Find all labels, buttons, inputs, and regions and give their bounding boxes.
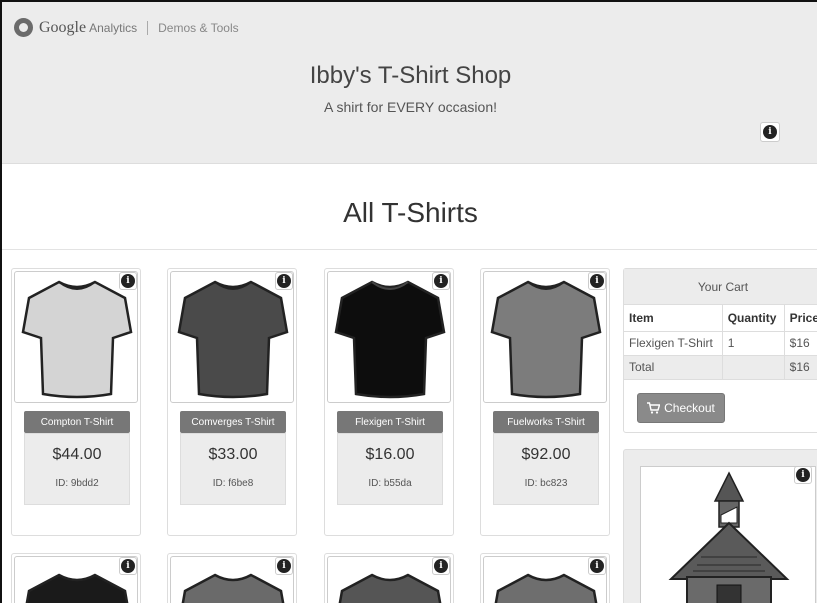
cart-table: Item Quantity Price Flexigen T-Shirt 1 $… [624, 305, 817, 380]
cart-total-label: Total [624, 355, 723, 380]
cart-header-row: Item Quantity Price [624, 305, 817, 332]
cart-col-quantity: Quantity [721, 305, 785, 332]
product-info-button[interactable]: i [432, 557, 450, 575]
info-icon: i [277, 559, 291, 573]
tshirt-icon [25, 573, 129, 603]
product-id: ID: b55da [368, 478, 412, 489]
info-icon: i [590, 559, 604, 573]
info-icon: i [277, 274, 291, 288]
ga-logo[interactable]: Google Analytics Demos & Tools [14, 18, 239, 37]
promo-image[interactable] [640, 466, 816, 603]
brand-separator [147, 20, 149, 35]
cart-total-row: Total $16 [624, 355, 817, 380]
product-price: $33.00 [208, 446, 258, 463]
header-info-button[interactable]: i [760, 122, 780, 142]
cart-panel: Your Cart Item Quantity Price Flexigen T… [623, 268, 817, 433]
info-icon: i [763, 125, 777, 139]
cart-title: Your Cart [624, 269, 817, 305]
product-price: $44.00 [52, 446, 102, 463]
info-icon: i [796, 468, 810, 482]
product-price-box: $33.00 ID: f6be8 [180, 433, 286, 505]
checkout-button[interactable]: Checkout [637, 393, 725, 423]
product-info-button[interactable]: i [119, 272, 137, 290]
site-header: Google Analytics Demos & Tools Ibby's T-… [2, 2, 817, 164]
shop-title: Ibby's T-Shirt Shop [309, 62, 512, 89]
promo-info-button[interactable]: i [794, 466, 812, 484]
product-info-button[interactable]: i [275, 272, 293, 290]
cart-col-price: Price [783, 305, 817, 332]
product-card[interactable]: i Comverges T-Shirt $33.00 ID: f6be8 [167, 268, 297, 536]
product-id: ID: 9bdd2 [55, 478, 99, 489]
product-id: ID: bc823 [524, 478, 568, 489]
checkout-label: Checkout [664, 401, 715, 415]
section-title: All T-Shirts [343, 197, 478, 228]
brand-analytics: Analytics [89, 20, 138, 35]
product-price: $92.00 [521, 446, 571, 463]
section-divider [2, 249, 817, 250]
tshirt-icon [177, 280, 289, 399]
cart-row-item: Flexigen T-Shirt [624, 331, 723, 356]
product-name-button[interactable]: Compton T-Shirt [24, 411, 130, 433]
product-price-box: $16.00 ID: b55da [337, 433, 443, 505]
info-icon: i [434, 559, 448, 573]
product-card[interactable]: i [167, 553, 297, 603]
product-name-button[interactable]: Flexigen T-Shirt [337, 411, 443, 433]
product-card[interactable]: i [480, 553, 610, 603]
product-card[interactable]: i Compton T-Shirt $44.00 ID: 9bdd2 [11, 268, 141, 536]
product-image[interactable] [327, 271, 451, 403]
product-info-button[interactable]: i [588, 272, 606, 290]
product-price-box: $92.00 ID: bc823 [493, 433, 599, 505]
cart-icon [647, 402, 661, 414]
product-card[interactable]: i [11, 553, 141, 603]
tshirt-icon [21, 280, 133, 399]
product-price-box: $44.00 ID: 9bdd2 [24, 433, 130, 505]
info-icon: i [121, 559, 135, 573]
tshirt-icon [338, 573, 442, 603]
product-info-button[interactable]: i [119, 557, 137, 575]
product-card[interactable]: i [324, 553, 454, 603]
product-card[interactable]: i Flexigen T-Shirt $16.00 ID: b55da [324, 268, 454, 536]
info-icon: i [121, 274, 135, 288]
cart-row: Flexigen T-Shirt 1 $16 [624, 331, 817, 356]
brand-google: Google [39, 18, 87, 36]
brand-demos-tools[interactable]: Demos & Tools [158, 21, 238, 35]
product-image[interactable] [14, 271, 138, 403]
schoolhouse-icon [668, 471, 790, 603]
product-name-button[interactable]: Fuelworks T-Shirt [493, 411, 599, 433]
tshirt-icon [181, 573, 285, 603]
cart-row-qty: 1 [721, 331, 785, 356]
product-info-button[interactable]: i [432, 272, 450, 290]
google-analytics-logo-icon [14, 18, 33, 37]
shop-tagline: A shirt for EVERY occasion! [323, 99, 497, 115]
cart-row-price: $16 [783, 331, 817, 356]
cart-total-empty [721, 355, 785, 380]
product-info-button[interactable]: i [275, 557, 293, 575]
product-price: $16.00 [365, 446, 415, 463]
tshirt-icon [490, 280, 602, 399]
cart-total-value: $16 [783, 355, 817, 380]
cart-col-item: Item [624, 305, 723, 332]
product-image[interactable] [170, 271, 294, 403]
app-frame: Google Analytics Demos & Tools Ibby's T-… [0, 0, 817, 603]
product-id: ID: f6be8 [212, 478, 254, 489]
product-name-button[interactable]: Comverges T-Shirt [180, 411, 286, 433]
info-icon: i [434, 274, 448, 288]
tshirt-icon [494, 573, 598, 603]
product-card[interactable]: i Fuelworks T-Shirt $92.00 ID: bc823 [480, 268, 610, 536]
promo-panel: i [623, 449, 817, 603]
info-icon: i [590, 274, 604, 288]
product-image[interactable] [483, 271, 607, 403]
tshirt-icon [334, 280, 446, 399]
product-info-button[interactable]: i [588, 557, 606, 575]
